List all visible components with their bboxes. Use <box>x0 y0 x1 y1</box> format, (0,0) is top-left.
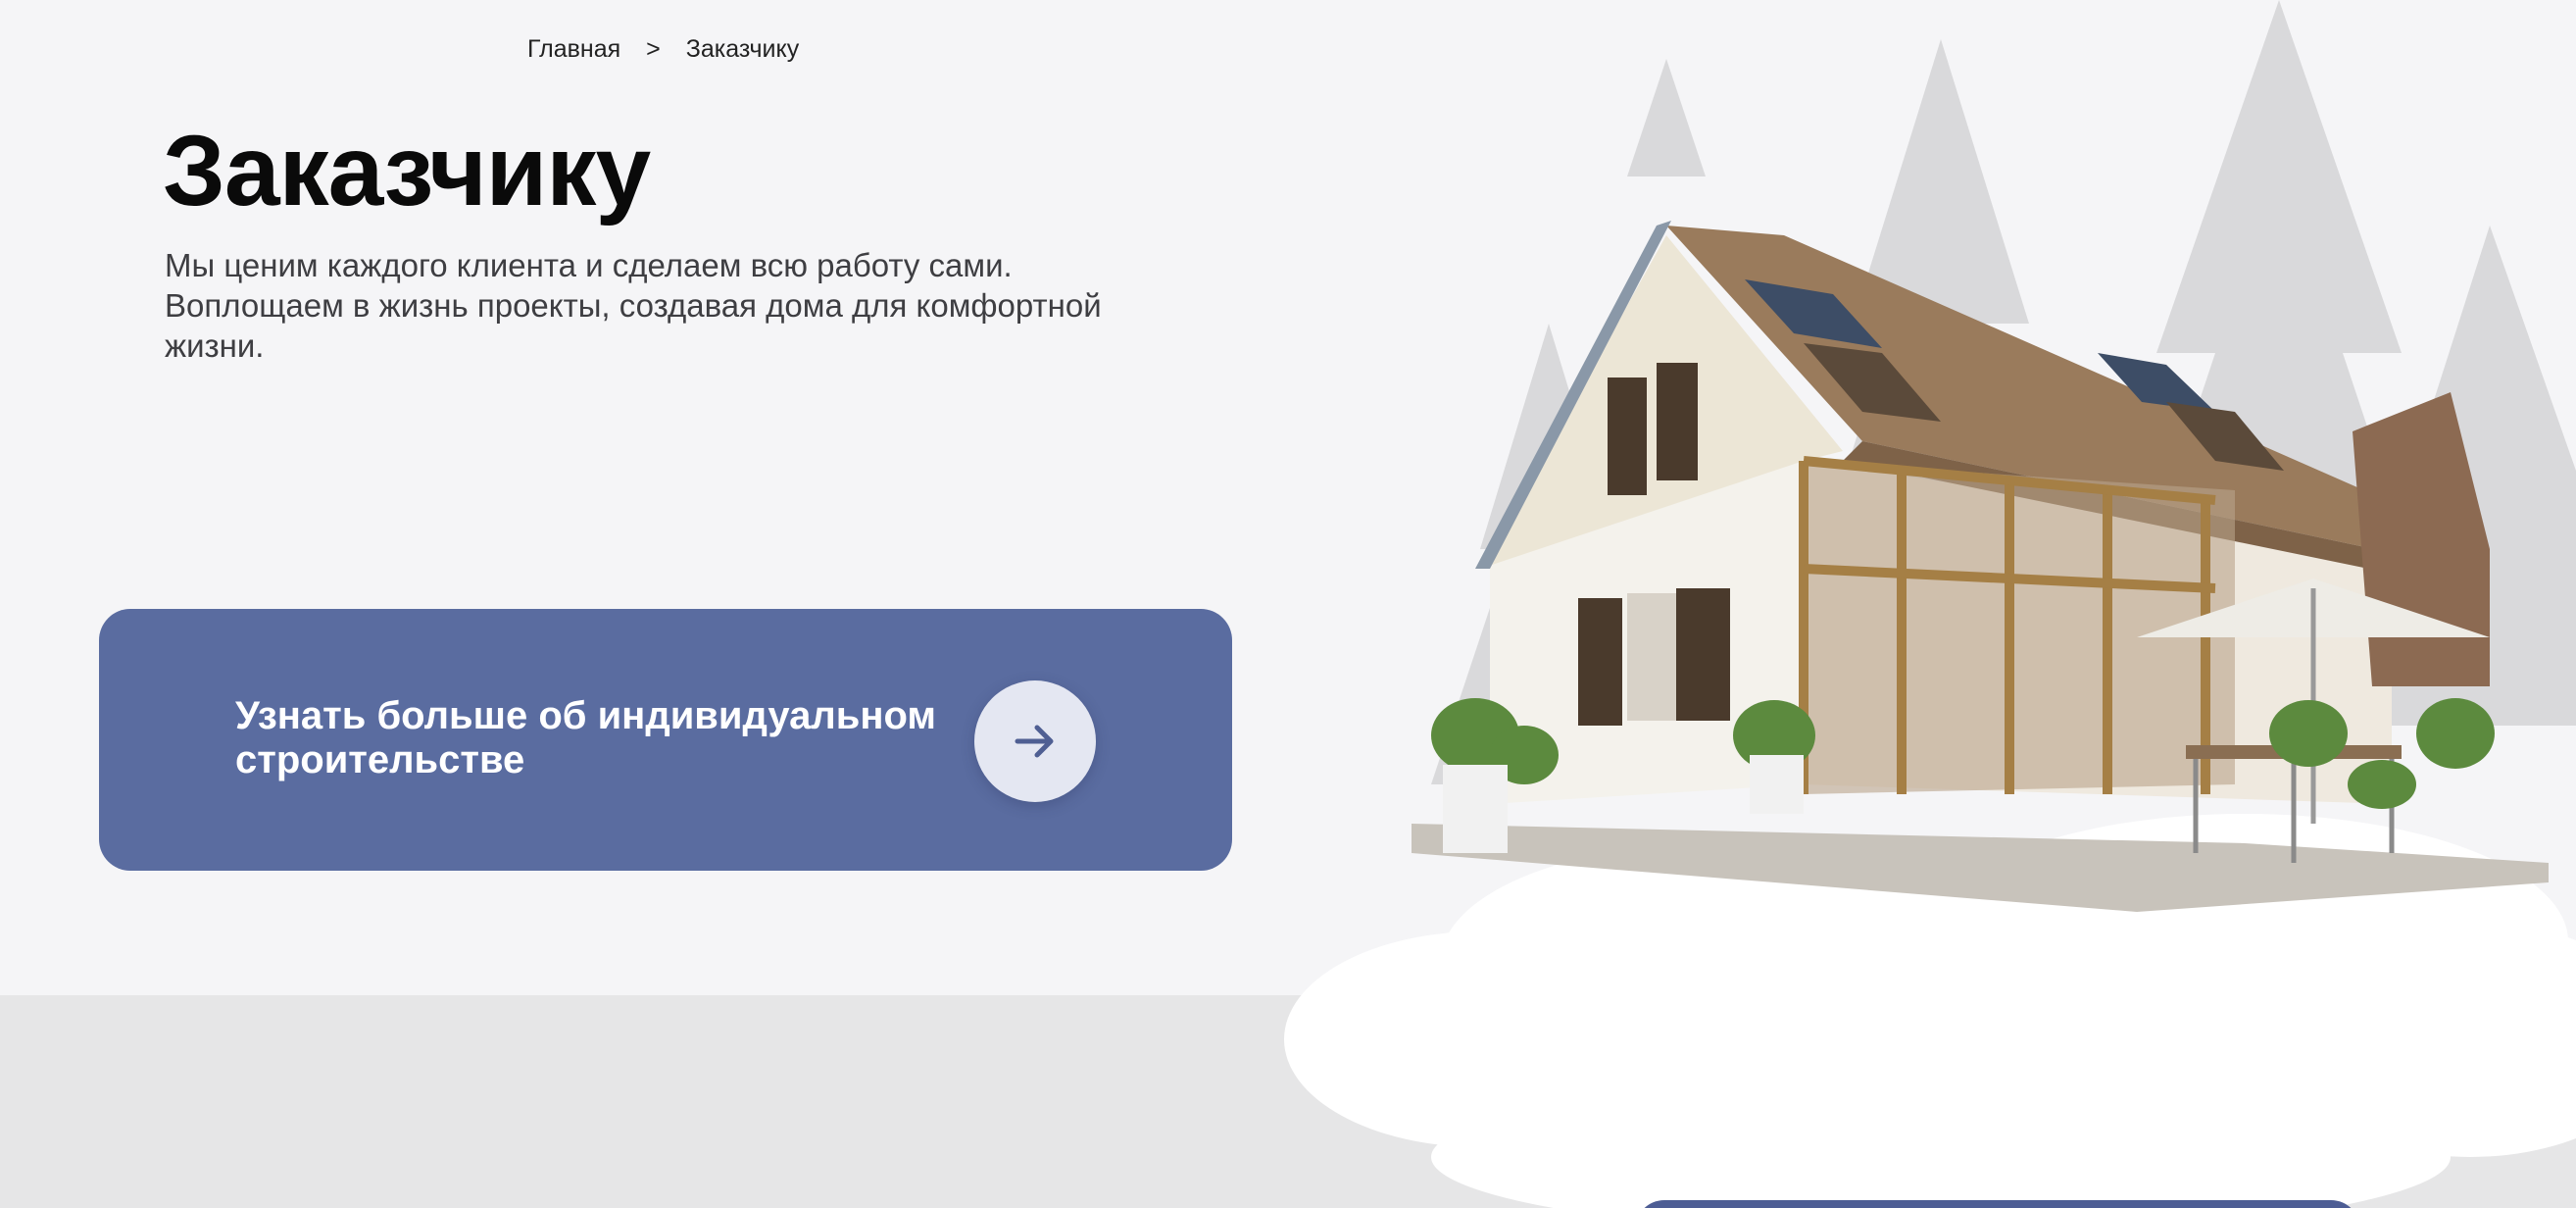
breadcrumb-home-link[interactable]: Главная <box>527 35 620 64</box>
arrow-right-icon <box>1015 725 1054 758</box>
page-subtitle: Мы ценим каждого клиента и сделаем всю р… <box>165 247 1102 364</box>
breadcrumb-separator: > <box>646 35 661 63</box>
next-section-card[interactable] <box>1635 1200 2360 1208</box>
individual-construction-card[interactable]: Узнать больше об индивидуальном строител… <box>99 609 1232 871</box>
breadcrumb: Главная > Заказчику <box>527 35 799 64</box>
arrow-button[interactable] <box>974 680 1096 802</box>
page: Главная > Заказчику Заказчику Мы ценим к… <box>0 0 2576 1208</box>
page-title: Заказчику <box>163 115 651 226</box>
individual-construction-label: Узнать больше об индивидуальном строител… <box>235 694 936 781</box>
house-illustration <box>1255 0 2576 1208</box>
house-image <box>1284 0 2576 1208</box>
breadcrumb-current: Заказчику <box>685 35 800 63</box>
